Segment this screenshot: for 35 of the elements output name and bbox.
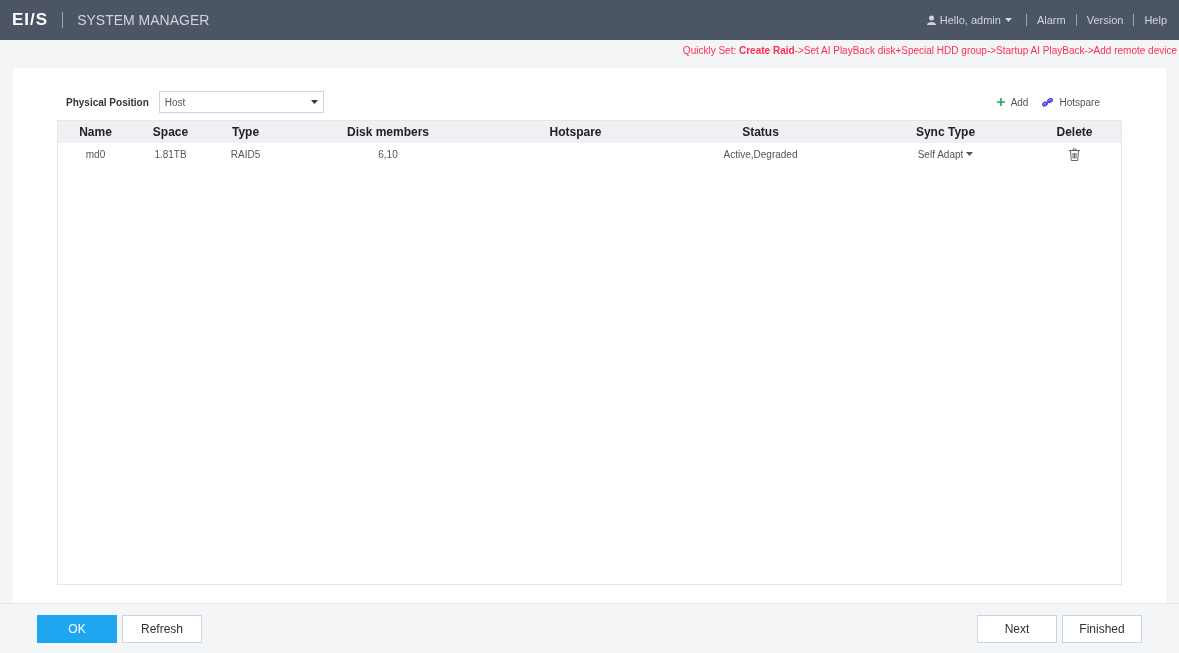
- user-menu[interactable]: Hello, admin: [922, 11, 1016, 29]
- column-header: Disk members: [346, 124, 429, 141]
- table-cell-text: 6,10: [378, 147, 398, 162]
- field-label: Physical Position: [66, 95, 149, 110]
- column-header: Delete: [1056, 124, 1093, 141]
- column-header: Type: [231, 124, 260, 141]
- hotspare-button[interactable]: Hotspare: [1042, 94, 1100, 110]
- footer-button[interactable]: Refresh: [122, 614, 202, 643]
- table-cell-text: RAID5: [230, 147, 261, 162]
- caret-icon: [1004, 18, 1012, 22]
- logo: EI/S: [12, 9, 49, 32]
- trash-icon[interactable]: [1069, 147, 1080, 161]
- table-cell-text: 1.81TB: [154, 147, 187, 162]
- table-cell-text: Active,Degraded: [723, 147, 798, 162]
- position-dropdown[interactable]: Host: [158, 91, 324, 113]
- app-title: SYSTEM MANAGER: [77, 10, 210, 30]
- sync-type-dropdown[interactable]: Self Adapt: [917, 146, 974, 162]
- footer-button[interactable]: Next: [977, 614, 1057, 643]
- footer-button[interactable]: Finished: [1062, 614, 1142, 643]
- header-link[interactable]: Alarm: [1036, 11, 1066, 29]
- column-header: Space: [152, 124, 189, 141]
- caret-icon: [966, 152, 974, 156]
- plus-icon: [996, 98, 1005, 106]
- quick-set-steps: Quickly Set: Create Raid->Set AI PlayBack disk+Special HDD group->Startup AI PlayBack->Add remote device: [682, 43, 1179, 58]
- header-link[interactable]: Help: [1144, 11, 1167, 29]
- column-header: Name: [79, 124, 112, 141]
- link-icon: [1042, 97, 1054, 107]
- user-icon: [926, 15, 936, 25]
- add-button[interactable]: Add: [996, 94, 1029, 110]
- column-header: Status: [742, 124, 779, 141]
- header-link[interactable]: Version: [1086, 11, 1124, 29]
- caret-icon: [310, 100, 318, 104]
- column-header: Hotspare: [549, 124, 602, 141]
- column-header: Sync Type: [915, 124, 976, 141]
- table-cell-text: md0: [85, 147, 106, 162]
